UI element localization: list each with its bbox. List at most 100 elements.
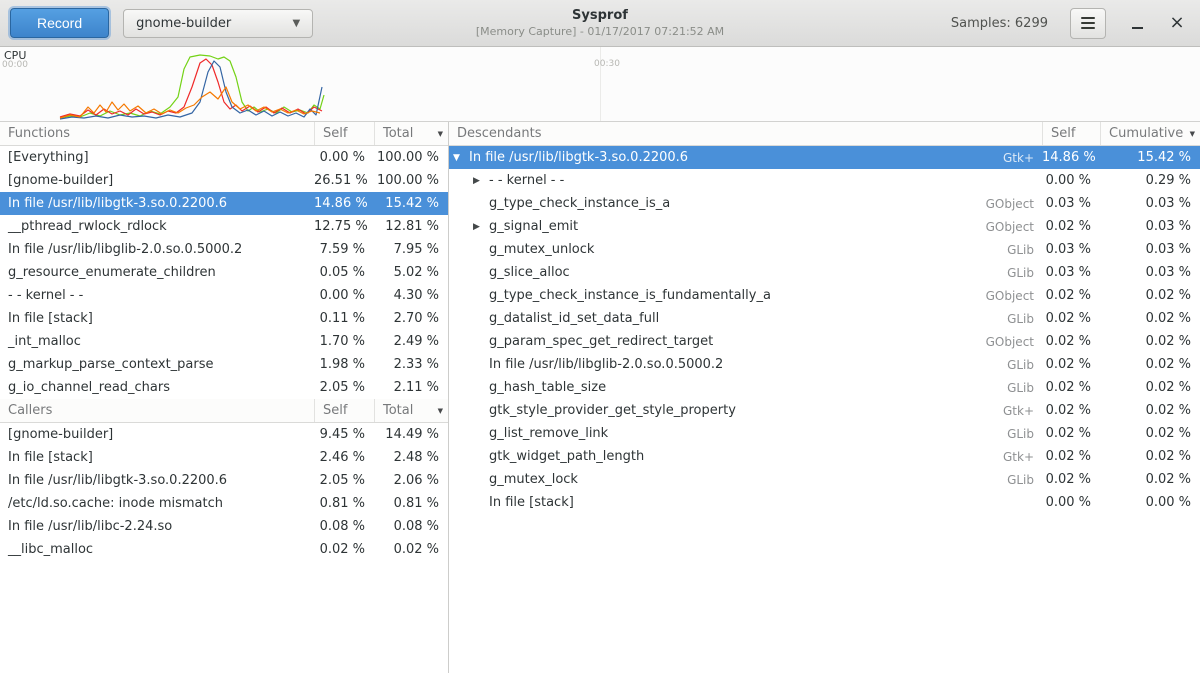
window-title-block: Sysprof [Memory Capture] - 01/17/2017 07… — [300, 8, 900, 38]
descendant-name-text: In file /usr/lib/libgtk-3.so.0.2200.6 — [469, 150, 688, 165]
descendant-row[interactable]: In file [stack]0.00 %0.00 % — [449, 491, 1200, 514]
total-percent-cell: 15.42 % — [374, 196, 448, 211]
descendant-row[interactable]: g_type_check_instance_is_fundamentally_a… — [449, 284, 1200, 307]
cumulative-percent-cell: 0.02 % — [1100, 380, 1200, 395]
function-row[interactable]: [gnome-builder]26.51 %100.00 % — [0, 169, 448, 192]
descendant-row[interactable]: ▶g_signal_emitGObject0.02 %0.03 % — [449, 215, 1200, 238]
descendant-name-cell: In file [stack] — [449, 495, 972, 510]
caller-row[interactable]: /etc/ld.so.cache: inode mismatch0.81 %0.… — [0, 492, 448, 515]
function-name-cell: g_io_channel_read_chars — [0, 380, 314, 395]
descendant-row[interactable]: ▶- - kernel - -0.00 %0.29 % — [449, 169, 1200, 192]
descendant-name-cell: g_type_check_instance_is_fundamentally_a — [449, 288, 972, 303]
minimize-button[interactable] — [1124, 10, 1150, 36]
self-percent-cell: 0.00 % — [314, 288, 374, 303]
function-name-cell: [gnome-builder] — [0, 173, 314, 188]
descendant-row[interactable]: g_type_check_instance_is_aGObject0.03 %0… — [449, 192, 1200, 215]
tree-expander-icon[interactable]: ▶ — [473, 222, 489, 232]
function-row[interactable]: [Everything]0.00 %100.00 % — [0, 146, 448, 169]
function-row[interactable]: In file /usr/lib/libglib-2.0.so.0.5000.2… — [0, 238, 448, 261]
self-percent-cell: 0.02 % — [314, 542, 374, 557]
function-row[interactable]: In file [stack]0.11 %2.70 % — [0, 307, 448, 330]
minimize-icon — [1132, 27, 1143, 29]
functions-column-header[interactable]: Functions — [0, 122, 314, 145]
descendant-name-text: gtk_widget_path_length — [489, 449, 644, 464]
descendants-column-header[interactable]: Descendants — [449, 122, 1042, 145]
hamburger-icon — [1081, 17, 1095, 19]
descendant-name-cell: g_mutex_unlock — [449, 242, 972, 257]
functions-table-body: [Everything]0.00 %100.00 %[gnome-builder… — [0, 146, 448, 399]
right-pane: Descendants Self Cumulative ▼ ▼In file /… — [449, 122, 1200, 673]
descendant-name-text: g_datalist_id_set_data_full — [489, 311, 659, 326]
functions-self-column-header[interactable]: Self — [314, 122, 374, 145]
function-row[interactable]: __pthread_rwlock_rdlock12.75 %12.81 % — [0, 215, 448, 238]
descendant-row[interactable]: gtk_widget_path_lengthGtk+0.02 %0.02 % — [449, 445, 1200, 468]
callers-total-column-header[interactable]: Total ▼ — [374, 399, 448, 422]
descendant-row[interactable]: gtk_style_provider_get_style_propertyGtk… — [449, 399, 1200, 422]
tree-expander-icon[interactable]: ▶ — [473, 176, 489, 186]
self-percent-cell: 2.46 % — [314, 450, 374, 465]
function-row[interactable]: g_markup_parse_context_parse1.98 %2.33 % — [0, 353, 448, 376]
descendants-self-column-header[interactable]: Self — [1042, 122, 1100, 145]
descendant-row[interactable]: g_datalist_id_set_data_fullGLib0.02 %0.0… — [449, 307, 1200, 330]
total-percent-cell: 0.02 % — [374, 542, 448, 557]
self-percent-cell: 1.70 % — [314, 334, 374, 349]
functions-total-column-header[interactable]: Total ▼ — [374, 122, 448, 145]
function-name-cell: In file [stack] — [0, 311, 314, 326]
descendant-name-cell: ▶g_signal_emit — [449, 219, 972, 234]
descendant-name-cell: ▼In file /usr/lib/libgtk-3.so.0.2200.6 — [449, 150, 972, 165]
self-percent-cell: 0.00 % — [314, 150, 374, 165]
cumulative-percent-cell: 0.02 % — [1100, 311, 1200, 326]
record-button[interactable]: Record — [10, 8, 109, 38]
descendant-row[interactable]: g_slice_allocGLib0.03 %0.03 % — [449, 261, 1200, 284]
close-button[interactable]: × — [1164, 10, 1190, 36]
function-row[interactable]: - - kernel - -0.00 %4.30 % — [0, 284, 448, 307]
category-label: GLib — [972, 473, 1042, 487]
descendant-row[interactable]: g_list_remove_linkGLib0.02 %0.02 % — [449, 422, 1200, 445]
cumulative-percent-cell: 0.02 % — [1100, 403, 1200, 418]
cumulative-percent-cell: 0.03 % — [1100, 219, 1200, 234]
cumulative-percent-cell: 0.02 % — [1100, 472, 1200, 487]
self-percent-cell: 0.02 % — [1042, 219, 1100, 234]
samples-count: Samples: 6299 — [951, 16, 1048, 31]
callers-column-header[interactable]: Callers — [0, 399, 314, 422]
tree-expander-icon[interactable]: ▼ — [453, 153, 469, 163]
descendant-name-cell: gtk_style_provider_get_style_property — [449, 403, 972, 418]
function-name-cell: _int_malloc — [0, 334, 314, 349]
caller-row[interactable]: In file /usr/lib/libgtk-3.so.0.2200.62.0… — [0, 469, 448, 492]
self-percent-cell: 0.02 % — [1042, 380, 1100, 395]
total-percent-cell: 2.48 % — [374, 450, 448, 465]
descendant-row[interactable]: g_mutex_unlockGLib0.03 %0.03 % — [449, 238, 1200, 261]
function-row[interactable]: In file /usr/lib/libgtk-3.so.0.2200.614.… — [0, 192, 448, 215]
descendant-row[interactable]: In file /usr/lib/libglib-2.0.so.0.5000.2… — [449, 353, 1200, 376]
cpu-graph-strip[interactable]: CPU 00:00 00:30 — [0, 47, 1200, 122]
descendant-name-text: In file [stack] — [489, 495, 574, 510]
cumulative-percent-cell: 15.42 % — [1100, 150, 1200, 165]
caller-row[interactable]: In file /usr/lib/libc-2.24.so0.08 %0.08 … — [0, 515, 448, 538]
descendant-row[interactable]: g_hash_table_sizeGLib0.02 %0.02 % — [449, 376, 1200, 399]
caller-row[interactable]: In file [stack]2.46 %2.48 % — [0, 446, 448, 469]
self-percent-cell: 0.08 % — [314, 519, 374, 534]
self-percent-cell: 0.02 % — [1042, 426, 1100, 441]
timeline-tick-mid: 00:30 — [594, 59, 620, 69]
caller-row[interactable]: [gnome-builder]9.45 %14.49 % — [0, 423, 448, 446]
descendant-row[interactable]: g_mutex_lockGLib0.02 %0.02 % — [449, 468, 1200, 491]
cumulative-percent-cell: 0.03 % — [1100, 196, 1200, 211]
function-row[interactable]: _int_malloc1.70 %2.49 % — [0, 330, 448, 353]
caller-row[interactable]: __libc_malloc0.02 %0.02 % — [0, 538, 448, 561]
descendant-row[interactable]: g_param_spec_get_redirect_targetGObject0… — [449, 330, 1200, 353]
self-percent-cell: 0.02 % — [1042, 403, 1100, 418]
total-percent-cell: 0.81 % — [374, 496, 448, 511]
hamburger-menu-button[interactable] — [1070, 8, 1106, 39]
target-process-label: gnome-builder — [136, 16, 231, 31]
self-percent-cell: 0.02 % — [1042, 357, 1100, 372]
cumulative-percent-cell: 0.03 % — [1100, 265, 1200, 280]
descendants-cumulative-column-header[interactable]: Cumulative ▼ — [1100, 122, 1200, 145]
function-name-cell: /etc/ld.so.cache: inode mismatch — [0, 496, 314, 511]
function-row[interactable]: g_io_channel_read_chars2.05 %2.11 % — [0, 376, 448, 399]
descendant-row[interactable]: ▼In file /usr/lib/libgtk-3.so.0.2200.6Gt… — [449, 146, 1200, 169]
callers-self-column-header[interactable]: Self — [314, 399, 374, 422]
sort-indicator-icon: ▼ — [438, 130, 443, 138]
function-row[interactable]: g_resource_enumerate_children0.05 %5.02 … — [0, 261, 448, 284]
target-process-dropdown[interactable]: gnome-builder ▼ — [123, 9, 313, 38]
total-percent-cell: 2.06 % — [374, 473, 448, 488]
